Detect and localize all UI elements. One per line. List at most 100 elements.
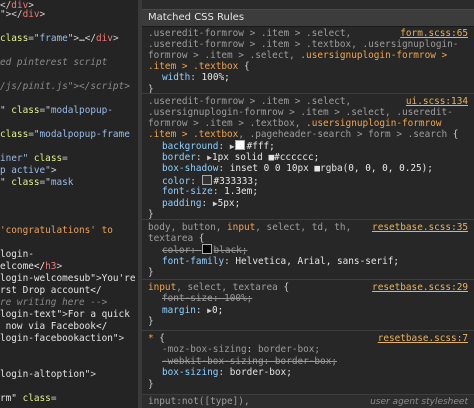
source-line[interactable]: re writing here --> (0, 297, 107, 309)
property-name: margin (162, 304, 196, 316)
source-line[interactable]: p active"> (0, 165, 56, 177)
declaration-box-sizing[interactable]: box-sizing: border-box; (162, 367, 292, 379)
rule-source-link[interactable]: resetbase.scss:7 (378, 333, 468, 345)
source-token: = (50, 393, 57, 404)
selector-part: .usersignuplogin-formrow > (300, 50, 448, 61)
source-line[interactable]: login-welcomesub">You're (0, 273, 135, 285)
property-colon: : (263, 355, 275, 367)
property-name: border (162, 151, 196, 163)
source-token: =" (39, 105, 51, 116)
source-line[interactable]: " class="mask (0, 177, 73, 189)
source-line[interactable]: elcome</h3> (0, 261, 62, 273)
source-token: now via Facebook</ (0, 321, 108, 332)
property-value: #333333; (213, 175, 259, 187)
source-line[interactable]: 'congratulations' to (0, 225, 113, 237)
source-line[interactable]: class="modalpopup-frame (0, 129, 130, 141)
selector-part: .usersignuplogin-formrow (306, 118, 442, 129)
source-line[interactable]: " class="modalpopup- (0, 105, 113, 117)
source-token: re writing here --> (0, 297, 108, 308)
source-line[interactable]: iner" class= (0, 153, 68, 165)
source-token: h3 (45, 261, 57, 272)
property-value: border-box; (229, 367, 292, 378)
selector-part: , .pageheader-search > form > .search (238, 129, 448, 140)
source-line[interactable]: "></div> (0, 9, 45, 21)
color-swatch-icon[interactable] (234, 140, 245, 150)
declaration-width[interactable]: width: 100%; (162, 72, 230, 84)
source-token: modalpopup-frame (39, 129, 130, 140)
selector-part: .usersignuplogin-formrow > .item > .sele… (148, 107, 453, 118)
source-token: </ (84, 33, 97, 44)
elements-source-panel[interactable]: </div> "></div> class="frame">…</div> ed pi… (0, 0, 138, 408)
selector-part: , select, textarea (176, 282, 278, 293)
selector-part: .useredit-formrow > .item > .textbox, .u… (148, 39, 459, 50)
source-line[interactable]: rst Drop account</ (0, 285, 102, 297)
selector-part: input (227, 222, 256, 233)
rule-separator (142, 93, 474, 94)
declaration-box-shadow[interactable]: box-shadow: inset 0 0 10px ■rgba(0, 0, 0… (162, 163, 433, 175)
property-name: font-family (162, 255, 225, 267)
property-name: color (162, 175, 191, 187)
styles-pane-header[interactable]: Matched CSS Rules (142, 9, 474, 27)
selector-part: input (148, 282, 177, 293)
declaration-font-size[interactable]: font-size: 100%; (162, 293, 252, 305)
property-value: 100%; (224, 293, 253, 304)
source-token: login- (0, 249, 34, 260)
property-name: box-sizing (162, 367, 219, 378)
source-token: > (39, 9, 46, 20)
rule-separator (142, 219, 474, 220)
declaration-color[interactable]: color: #333333; (162, 174, 259, 187)
source-line[interactable]: login-facebookaction"> (0, 333, 124, 345)
declaration-padding[interactable]: padding: ▶5px; (162, 198, 240, 210)
declaration-background[interactable]: background: ▶ #fff; (162, 140, 275, 152)
property-colon: : (212, 186, 225, 197)
declaration-font-family[interactable]: font-family: Helvetica, Arial, sans-seri… (162, 256, 399, 268)
source-token: /js/pinit.js"></ (0, 81, 91, 92)
source-token: ed pinterest script (0, 57, 108, 68)
source-token: login-welcomesub" (0, 273, 96, 284)
selector-part: { (447, 129, 459, 140)
declaration-border[interactable]: border: ▶1px solid ■#cccccc; (162, 152, 319, 164)
property-value: inset 0 0 10px ■rgba(0, 0, 0, 0.25); (229, 163, 433, 174)
selector-part: , select, td, th, (255, 222, 352, 233)
declaration--webkit-box-sizing[interactable]: -webkit-box-sizing: border-box; (162, 356, 337, 368)
source-line[interactable]: login-text">For a quick (0, 309, 130, 321)
source-token: =" (28, 129, 40, 140)
declaration-color[interactable]: color: black; (162, 244, 247, 256)
property-colon: : (190, 245, 202, 256)
property-name: background (162, 141, 219, 152)
declaration-margin[interactable]: margin: ▶0; (162, 305, 223, 317)
source-token: class (11, 177, 40, 188)
property-name: padding (162, 197, 202, 209)
selector-part: { (238, 61, 250, 72)
source-line[interactable]: ed pinterest script (0, 57, 107, 69)
source-line[interactable]: rm" class= (0, 393, 56, 405)
user-agent-rule: input:not([type]), user agent stylesheet (142, 394, 474, 408)
source-token: > (112, 33, 119, 44)
source-token: login-facebookaction" (0, 333, 119, 344)
color-swatch-icon[interactable] (201, 174, 212, 185)
source-line[interactable]: login- (0, 249, 34, 261)
source-line[interactable]: class="frame">…</div> (0, 33, 119, 45)
property-value: Helvetica, Arial, sans-serif; (235, 255, 400, 267)
source-token: = (62, 153, 68, 164)
rule-source-link[interactable]: resetbase.scss:35 (372, 222, 468, 234)
source-token: " (0, 105, 12, 116)
property-value: 100%; (201, 72, 230, 83)
source-line[interactable]: now via Facebook</ (0, 321, 108, 333)
property-name: width (162, 72, 191, 83)
property-name: font-size (162, 186, 213, 197)
selector-part: .item > .textbox (148, 129, 239, 140)
source-line[interactable]: login-altoption"> (0, 369, 96, 381)
source-token: modalpopup- (50, 105, 113, 116)
source-token: > (124, 81, 130, 92)
source-token: For a quick (67, 309, 130, 320)
declaration-font-size[interactable]: font-size: 1.3em; (162, 186, 258, 198)
rule-source-link[interactable]: resetbase.scss:29 (372, 282, 468, 294)
selector-part: .useredit-formrow > .item > .select, (148, 96, 357, 107)
property-value: 5px; (217, 197, 241, 209)
source-line[interactable]: /js/pinit.js"></script> (0, 81, 130, 93)
color-swatch-icon[interactable] (201, 244, 212, 254)
declaration--moz-box-sizing[interactable]: -moz-box-sizing: border-box; (162, 344, 320, 356)
property-colon: : (201, 197, 213, 209)
selector-part: textarea (148, 233, 194, 244)
